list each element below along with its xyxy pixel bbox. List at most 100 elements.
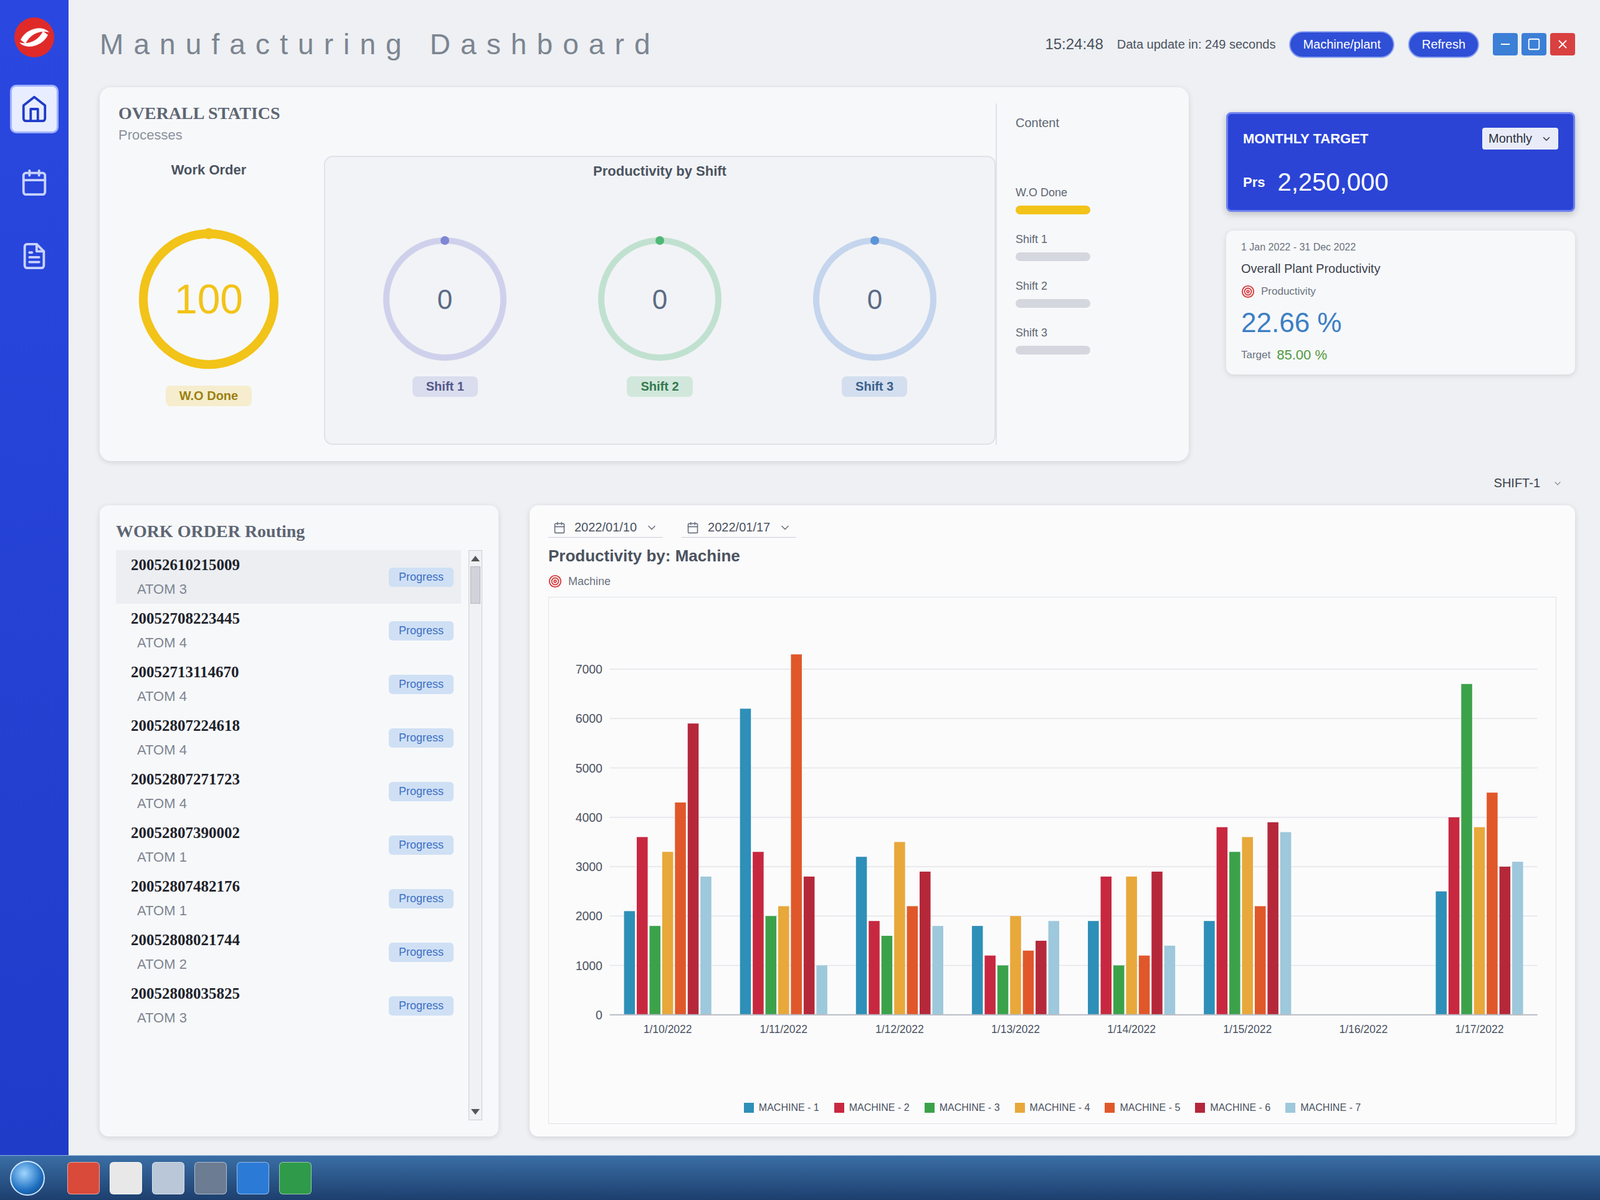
taskbar-app-icon[interactable] xyxy=(152,1161,185,1195)
work-order-list: 20052610215009ATOM 3Progress200527082234… xyxy=(115,550,462,1121)
bar[interactable] xyxy=(687,723,700,1015)
minimize-icon xyxy=(1498,37,1513,52)
bar[interactable] xyxy=(1461,684,1473,1015)
sidebar-item[interactable] xyxy=(9,84,59,134)
scroll-down-icon[interactable] xyxy=(471,1109,480,1115)
bar[interactable] xyxy=(636,836,648,1015)
bar[interactable] xyxy=(1203,920,1215,1015)
bar[interactable] xyxy=(1048,920,1060,1015)
bar[interactable] xyxy=(816,965,828,1015)
target-icon xyxy=(548,574,562,589)
series-legend-item[interactable]: MACHINE - 5 xyxy=(1104,1102,1181,1114)
bar[interactable] xyxy=(649,925,661,1015)
bar[interactable] xyxy=(1254,905,1267,1015)
bar[interactable] xyxy=(1512,861,1524,1015)
scroll-thumb[interactable] xyxy=(470,566,481,604)
date-from-picker[interactable]: 2022/01/10 xyxy=(548,517,663,538)
bar[interactable] xyxy=(1486,792,1498,1015)
bar[interactable] xyxy=(881,935,893,1015)
work-order-row[interactable]: 20052807271723ATOM 4Progress xyxy=(115,764,462,819)
scrollbar[interactable] xyxy=(468,550,483,1121)
bar[interactable] xyxy=(1125,876,1138,1015)
sidebar-item[interactable] xyxy=(9,158,59,207)
bar[interactable] xyxy=(1229,851,1241,1015)
maximize-button[interactable] xyxy=(1521,33,1547,56)
bar[interactable] xyxy=(984,955,996,1015)
series-legend-item[interactable]: MACHINE - 4 xyxy=(1014,1102,1091,1114)
bar[interactable] xyxy=(1241,836,1253,1015)
productivity-value: 22.66 % xyxy=(1241,307,1561,339)
work-order-row[interactable]: 20052807224618ATOM 4Progress xyxy=(115,710,462,765)
series-legend-item[interactable]: MACHINE - 2 xyxy=(834,1102,910,1114)
bar[interactable] xyxy=(1280,832,1292,1015)
svg-text:0: 0 xyxy=(437,283,453,315)
bar[interactable] xyxy=(1499,866,1511,1015)
series-legend-item[interactable]: MACHINE - 6 xyxy=(1195,1102,1271,1114)
bar[interactable] xyxy=(932,925,944,1015)
bar[interactable] xyxy=(1138,955,1151,1015)
svg-text:5000: 5000 xyxy=(575,761,603,776)
series-legend-item[interactable]: MACHINE - 3 xyxy=(924,1102,1000,1114)
scroll-up-icon[interactable] xyxy=(471,555,480,562)
bar[interactable] xyxy=(740,708,752,1015)
bar[interactable] xyxy=(1009,915,1022,1015)
taskbar-app-icon[interactable] xyxy=(236,1161,270,1195)
work-order-row[interactable]: 20052807482176ATOM 1Progress xyxy=(115,871,462,926)
bar[interactable] xyxy=(765,915,777,1015)
bar[interactable] xyxy=(778,905,790,1015)
period-dropdown[interactable]: Monthly xyxy=(1482,127,1559,150)
bar[interactable] xyxy=(1448,817,1460,1015)
bar[interactable] xyxy=(1113,965,1125,1015)
bar[interactable] xyxy=(1474,827,1486,1015)
bar[interactable] xyxy=(919,871,931,1015)
bar[interactable] xyxy=(752,851,764,1015)
bar[interactable] xyxy=(803,876,815,1015)
bar[interactable] xyxy=(1151,871,1163,1015)
start-button[interactable] xyxy=(9,1160,45,1196)
bar[interactable] xyxy=(868,920,880,1015)
bar[interactable] xyxy=(856,856,868,1015)
bar[interactable] xyxy=(1035,940,1047,1015)
work-order-row[interactable]: 20052808021744ATOM 2Progress xyxy=(115,925,462,979)
machine-name: ATOM 1 xyxy=(130,902,240,920)
bar[interactable] xyxy=(1023,950,1035,1015)
svg-text:1/12/2022: 1/12/2022 xyxy=(875,1023,924,1036)
bar[interactable] xyxy=(700,876,712,1015)
work-order-row[interactable]: 20052713114670ATOM 4Progress xyxy=(115,657,462,711)
bar[interactable] xyxy=(1216,827,1229,1015)
series-legend-item[interactable]: MACHINE - 7 xyxy=(1285,1102,1361,1114)
bar[interactable] xyxy=(1100,876,1112,1015)
taskbar-app-icon[interactable] xyxy=(279,1161,312,1195)
work-order-row[interactable]: 20052708223445ATOM 4Progress xyxy=(115,603,462,658)
work-order-row[interactable]: 20052807390002ATOM 1Progress xyxy=(115,818,462,872)
chevron-icon xyxy=(645,521,658,534)
bar[interactable] xyxy=(790,654,802,1015)
bar[interactable] xyxy=(1087,920,1100,1015)
machine-name: ATOM 4 xyxy=(130,688,240,705)
bar[interactable] xyxy=(1164,945,1176,1015)
header-button[interactable]: Machine/plant xyxy=(1289,31,1395,58)
date-to-picker[interactable]: 2022/01/17 xyxy=(681,517,797,538)
bar[interactable] xyxy=(997,965,1009,1015)
bar[interactable] xyxy=(907,905,919,1015)
taskbar-app-icon[interactable] xyxy=(109,1161,143,1195)
gauge-label: W.O Done xyxy=(165,385,252,407)
taskbar-app-icon[interactable] xyxy=(67,1161,100,1195)
close-button[interactable] xyxy=(1550,33,1576,56)
bar[interactable] xyxy=(1267,822,1279,1015)
bar[interactable] xyxy=(624,910,636,1015)
bar[interactable] xyxy=(1435,891,1447,1015)
bar[interactable] xyxy=(674,802,686,1015)
bar[interactable] xyxy=(971,925,984,1015)
shift-dropdown[interactable]: SHIFT-1 xyxy=(1494,476,1563,491)
taskbar-app-icon[interactable] xyxy=(194,1161,227,1195)
work-order-row[interactable]: 20052808035825ATOM 3Progress xyxy=(115,978,462,1033)
work-order-row[interactable]: 20052610215009ATOM 3Progress xyxy=(115,550,462,604)
header-button[interactable]: Refresh xyxy=(1408,31,1480,58)
sidebar-item[interactable] xyxy=(9,231,59,281)
series-legend-item[interactable]: MACHINE - 1 xyxy=(743,1102,820,1114)
bar[interactable] xyxy=(662,851,674,1015)
minimize-button[interactable] xyxy=(1492,33,1518,56)
bar[interactable] xyxy=(894,841,906,1015)
svg-text:100: 100 xyxy=(174,276,243,323)
